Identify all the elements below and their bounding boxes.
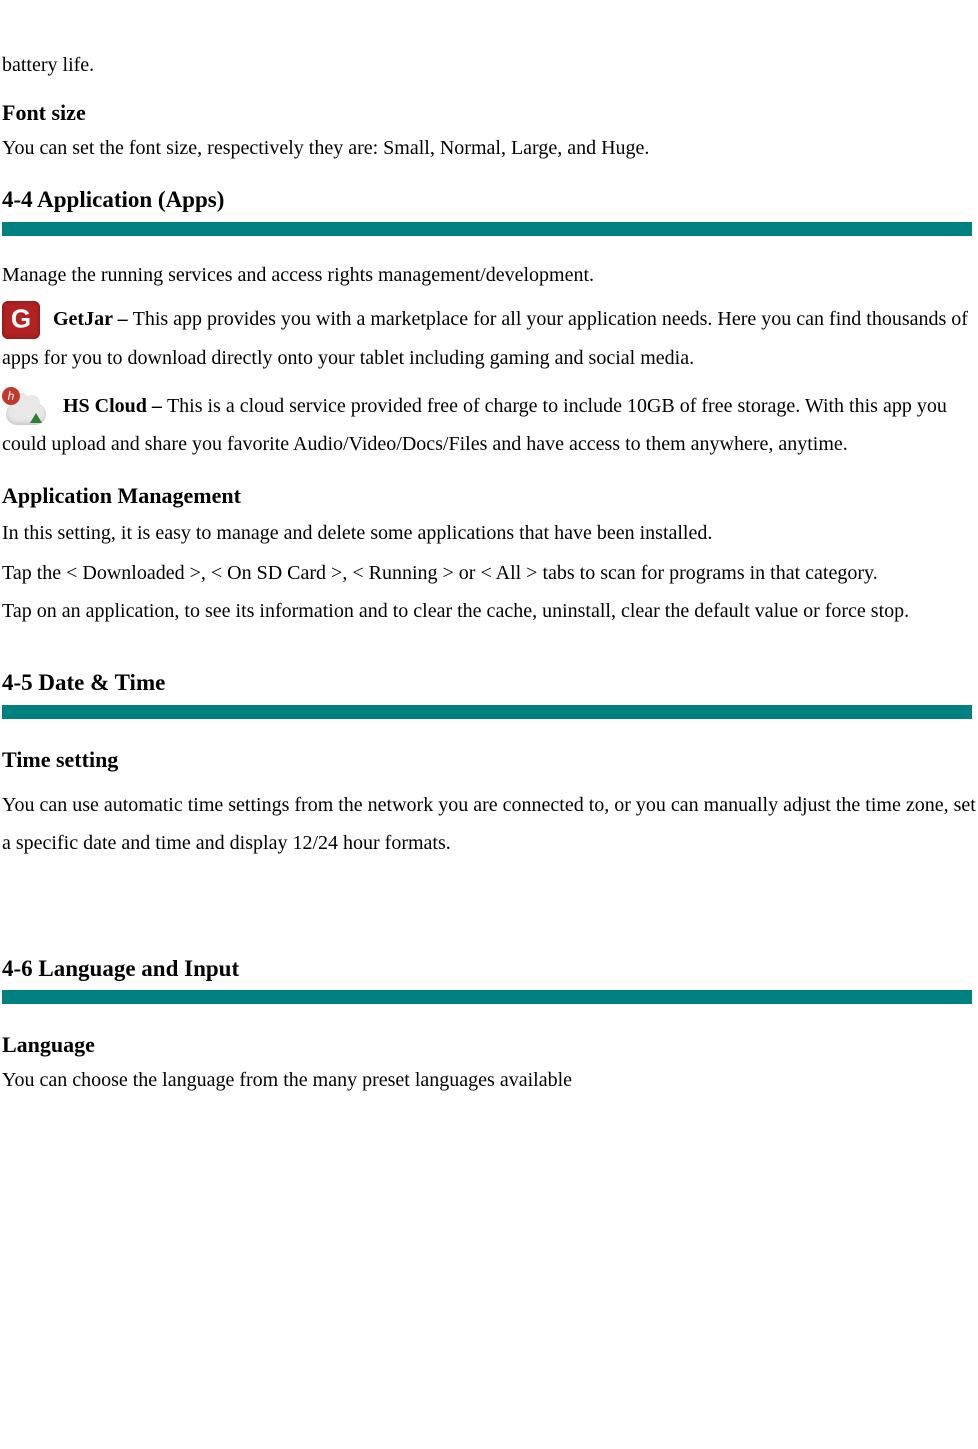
text-font-size: You can set the font size, respectively … <box>2 133 976 163</box>
label-hscloud: HS Cloud – <box>63 395 167 417</box>
hscloud-icon: h <box>2 389 50 425</box>
text-language: You can choose the language from the man… <box>2 1065 976 1095</box>
divider-bar <box>2 705 972 719</box>
heading-4-6: 4-6 Language and Input <box>2 952 976 987</box>
heading-4-5: 4-5 Date & Time <box>2 666 976 701</box>
text-app-mgmt-2: Tap the < Downloaded >, < On SD Card >, … <box>2 558 976 588</box>
text-getjar: This app provides you with a marketplace… <box>2 308 968 369</box>
heading-time-setting: Time setting <box>2 743 976 776</box>
label-getjar: GetJar – <box>53 308 133 330</box>
text-app-mgmt-1: In this setting, it is easy to manage an… <box>2 516 976 550</box>
heading-font-size: Font size <box>2 96 976 129</box>
text-app-mgmt-3: Tap on an application, to see its inform… <box>2 596 976 626</box>
divider-bar <box>2 990 972 1004</box>
divider-bar <box>2 222 972 236</box>
text-4-4-intro: Manage the running services and access r… <box>2 260 976 290</box>
text-time-setting: You can use automatic time settings from… <box>2 786 976 862</box>
heading-language: Language <box>2 1028 976 1061</box>
heading-4-4: 4-4 Application (Apps) <box>2 183 976 218</box>
paragraph-hscloud: h HS Cloud – This is a cloud service pro… <box>2 387 976 463</box>
heading-app-management: Application Management <box>2 479 976 512</box>
body-text-fragment: battery life. <box>2 50 976 80</box>
getjar-icon <box>2 301 40 339</box>
paragraph-getjar: GetJar – This app provides you with a ma… <box>2 300 976 377</box>
